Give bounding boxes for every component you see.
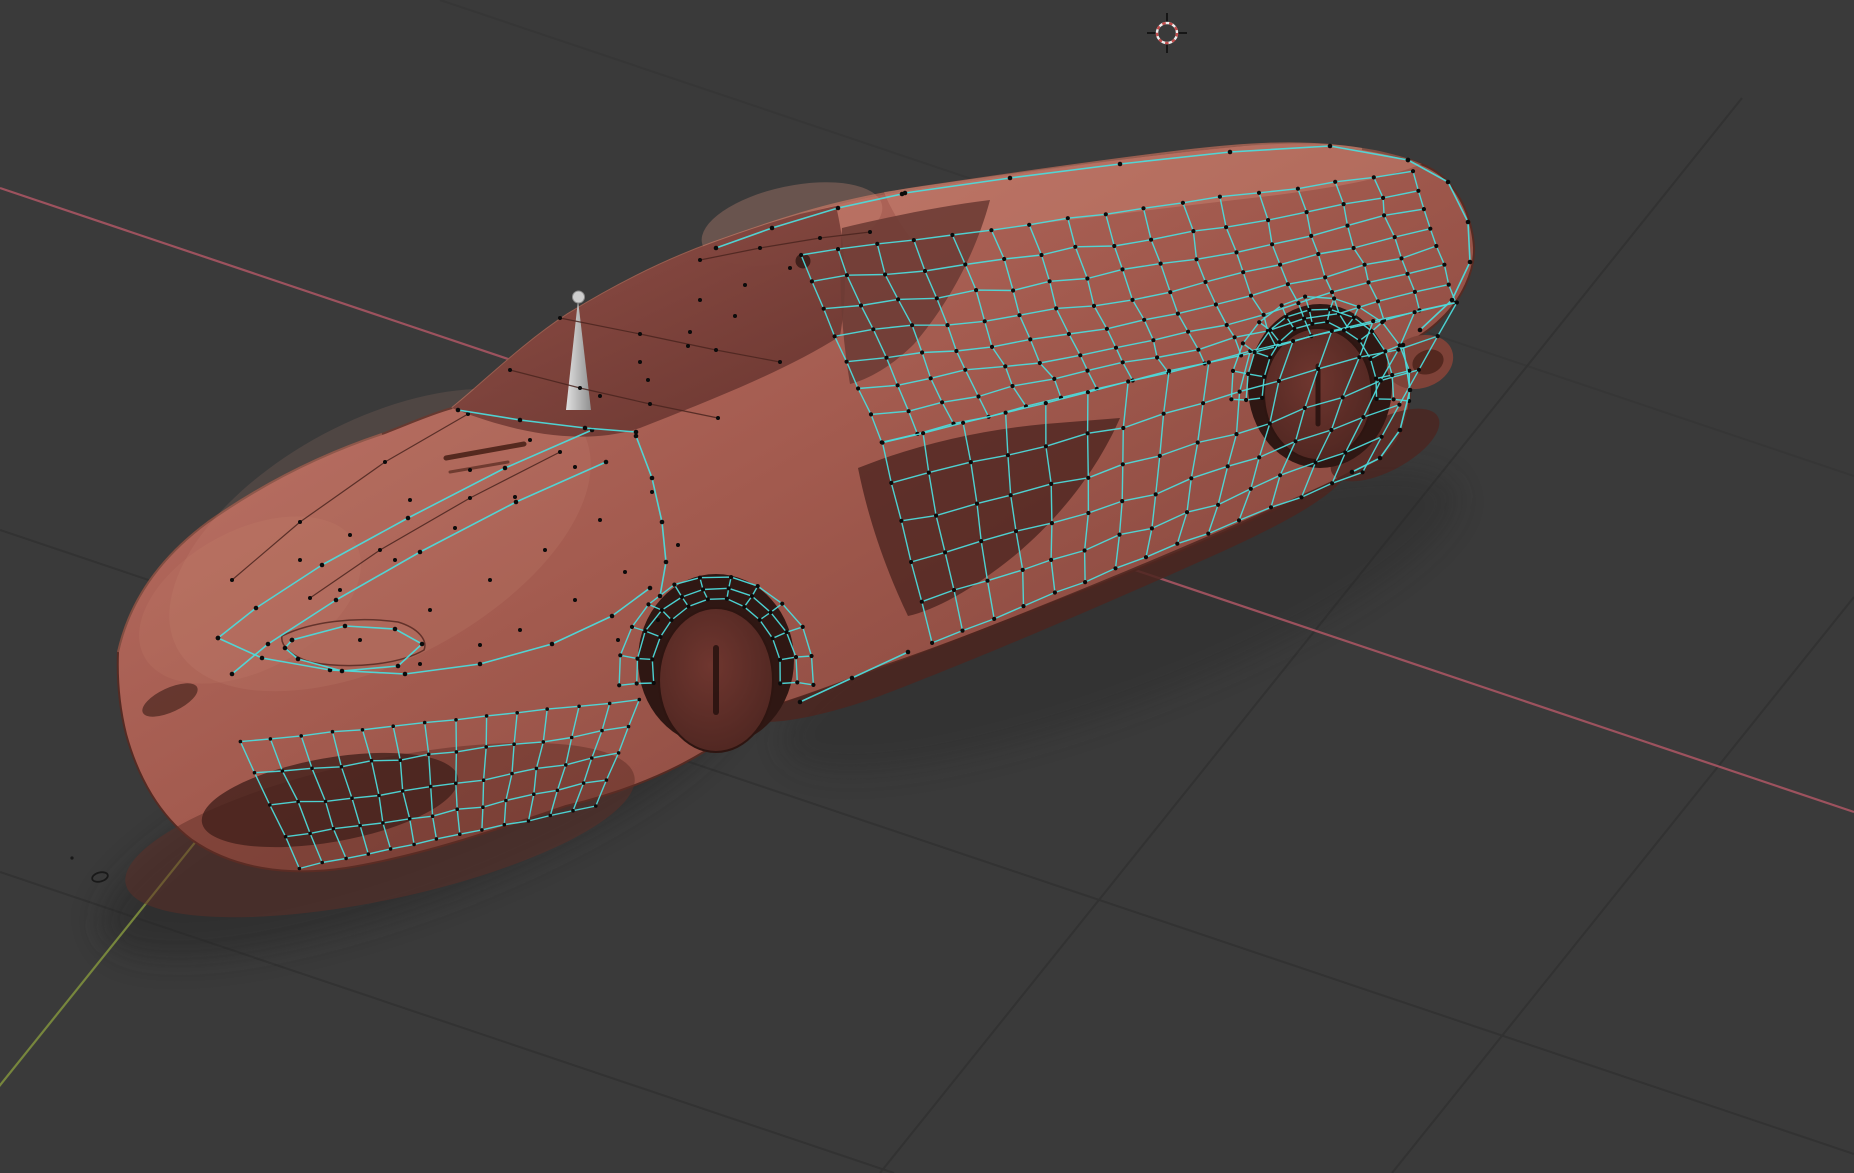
antenna-tip: [572, 290, 585, 304]
blender-3d-viewport[interactable]: [0, 0, 1854, 1173]
viewport-3d-canvas[interactable]: [0, 0, 1854, 1173]
